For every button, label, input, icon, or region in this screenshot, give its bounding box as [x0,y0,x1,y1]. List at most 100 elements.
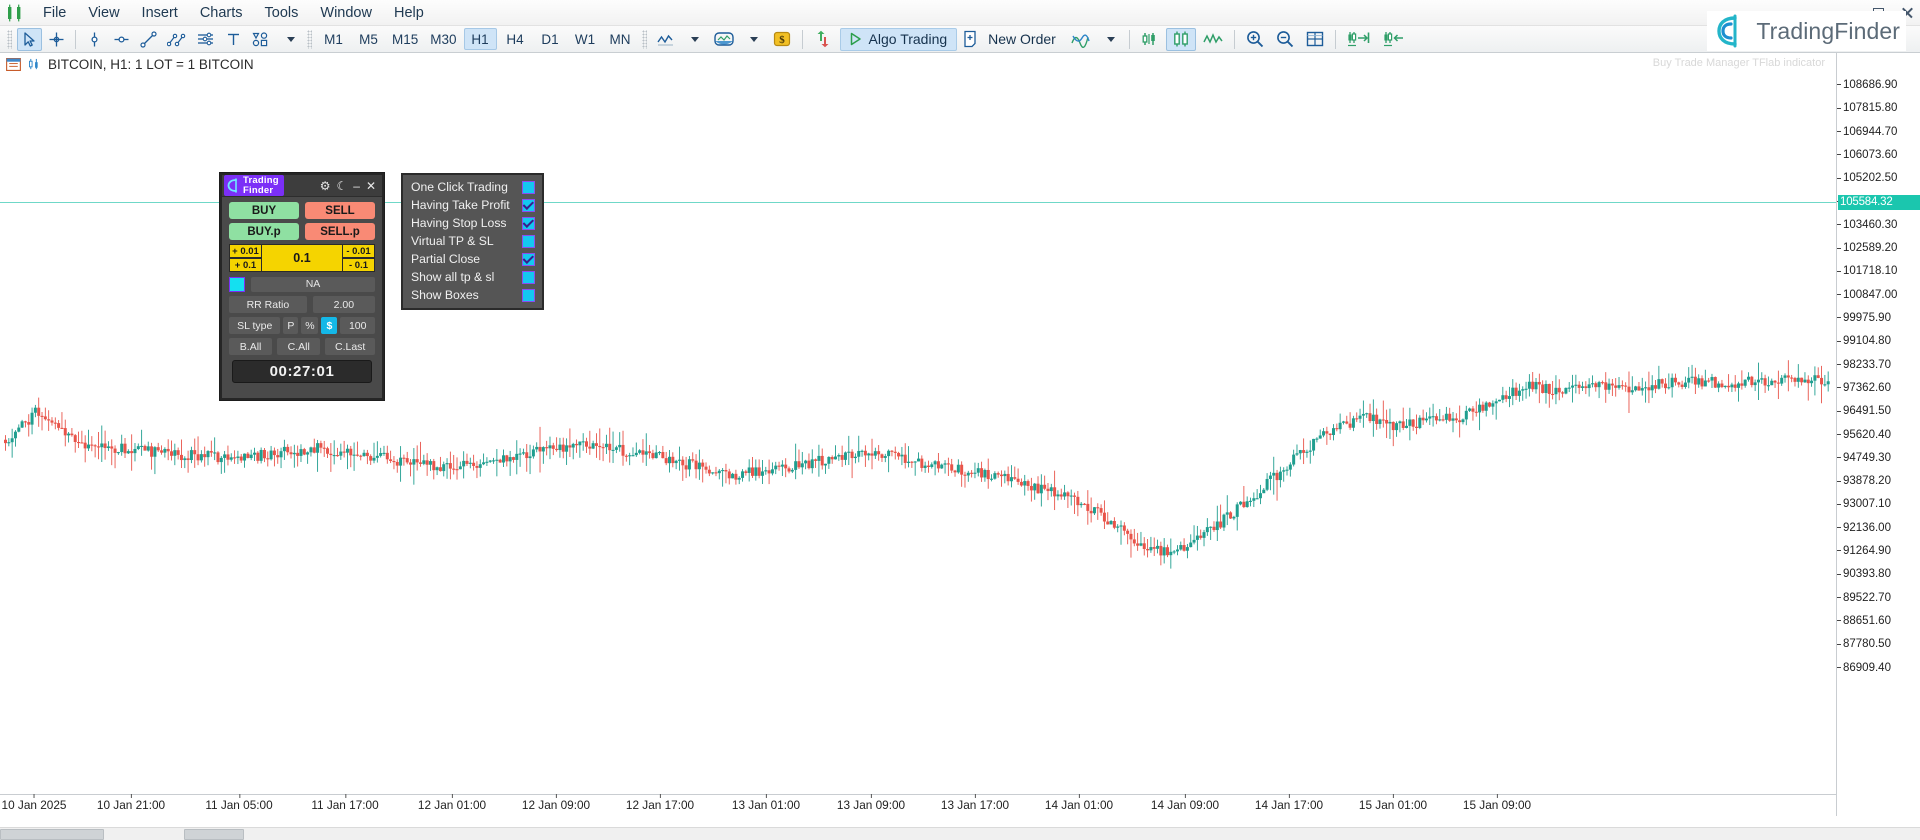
minimize-icon[interactable]: – [353,180,360,192]
indicator-icon[interactable] [1066,28,1096,51]
rr-ratio-value[interactable]: 2.00 [312,296,375,313]
gear-icon[interactable]: ⚙ [320,180,331,192]
menu-option-checkbox[interactable] [522,234,535,248]
menu-option-label: Having Stop Loss [411,216,507,230]
menu-option-row[interactable]: One Click Trading [403,178,542,196]
candles-icon[interactable] [1165,27,1196,51]
color-swatch[interactable] [229,276,245,292]
close-icon[interactable]: ✕ [366,180,376,192]
lot-increase-large-button[interactable]: + 0.1 [229,258,262,272]
menu-option-checkbox[interactable] [522,198,535,212]
timeframe-mn[interactable]: MN [604,28,637,50]
shapes-dropdown-icon[interactable] [277,28,302,51]
lot-size-value[interactable]: 0.1 [262,244,342,272]
timeframe-m5[interactable]: M5 [352,28,385,50]
scrollbar-thumb-secondary[interactable] [184,829,244,840]
sl-value[interactable]: 100 [340,317,375,334]
algo-trading-button[interactable]: Algo Trading [839,27,958,51]
line-chart-icon[interactable] [652,28,680,51]
close-all-buy-button[interactable]: B.All [229,338,273,355]
menu-charts[interactable]: Charts [189,2,254,24]
timeframe-h1[interactable]: H1 [463,28,497,50]
close-all-button[interactable]: C.All [277,338,321,355]
buy-pending-button[interactable]: BUY.p [229,223,299,240]
timeframe-m1[interactable]: M1 [317,28,350,50]
panel-titlebar[interactable]: Trading Finder ⚙ ☾ – ✕ [222,175,382,197]
menu-window[interactable]: Window [309,2,383,24]
lot-decrease-large-button[interactable]: - 0.1 [342,258,375,272]
price-axis[interactable]: 108686.90 107815.80 106944.70 106073.60 1052… [1836,53,1920,816]
menu-option-row[interactable]: Having Take Profit [403,196,542,214]
horizontal-line-tool[interactable] [109,28,134,51]
price-plot[interactable] [0,53,1836,816]
menu-help[interactable]: Help [383,2,435,24]
lot-increase-small-button[interactable]: + 0.01 [229,244,262,258]
polyline-tool[interactable] [163,28,190,51]
menu-option-checkbox[interactable] [522,180,535,194]
zoom-in-icon[interactable] [1241,28,1269,51]
sell-pending-button[interactable]: SELL.p [305,223,375,240]
menu-option-row[interactable]: Virtual TP & SL [403,232,542,250]
zoom-out-icon[interactable] [1271,28,1299,51]
horizontal-scrollbar[interactable] [0,827,1920,840]
toolbar-grip-2[interactable] [307,29,312,49]
vertical-line-tool[interactable] [82,28,107,51]
sl-unit-points-button[interactable]: P [283,317,299,334]
na-field[interactable]: NA [251,276,375,292]
toolbar-grip-3[interactable] [641,29,647,49]
zigzag-icon[interactable] [1198,28,1228,51]
text-tool[interactable] [221,28,246,51]
cursor-tool[interactable] [17,27,42,51]
menu-option-row[interactable]: Partial Close [403,250,542,268]
shapes-tool[interactable] [248,28,275,51]
menu-option-checkbox[interactable] [522,270,535,284]
grid-icon[interactable] [1301,28,1329,51]
menu-file[interactable]: File [32,2,77,24]
moon-icon[interactable]: ☾ [336,180,347,192]
timeframe-d1[interactable]: D1 [534,28,567,50]
shift-right-icon[interactable] [1342,28,1376,51]
timeframe-w1[interactable]: W1 [569,28,602,50]
menu-view[interactable]: View [77,2,130,24]
bar-chart-icon[interactable] [709,28,739,51]
menu-option-checkbox[interactable] [522,252,535,266]
menu-option-row[interactable]: Having Stop Loss [403,214,542,232]
timeframe-m30[interactable]: M30 [425,28,461,50]
menu-option-checkbox[interactable] [522,288,535,302]
bar-chart-dropdown-icon[interactable] [741,28,766,51]
scrollbar-thumb[interactable] [0,829,104,840]
chart-area[interactable]: BITCOIN, H1: 1 LOT = 1 BITCOIN Buy Trade… [0,53,1920,840]
channel-tool[interactable] [192,28,219,51]
close-last-button[interactable]: C.Last [325,338,375,355]
timeframe-h4[interactable]: H4 [499,28,532,50]
panel-settings-menu[interactable]: One Click Trading Having Take Profit Havin… [401,173,544,310]
trading-panel[interactable]: Trading Finder ⚙ ☾ – ✕ BUY SELL BUY.p SE… [220,173,384,400]
tradingfinder-logo-icon-small [227,178,237,193]
timeframe-m15[interactable]: M15 [387,28,423,50]
crosshair-tool[interactable] [44,28,69,51]
trade-arrows-icon[interactable] [809,28,839,51]
menu-tools[interactable]: Tools [254,2,310,24]
autoscroll-icon[interactable] [1136,28,1164,51]
price-tick: 98233.70 [1837,359,1920,371]
menu-option-row[interactable]: Show all tp & sl [403,268,542,286]
menu-bar: File View Insert Charts Tools Window Hel… [0,0,1920,26]
app-logo-icon [4,3,26,23]
menu-option-checkbox[interactable] [522,216,535,230]
sl-unit-percent-button[interactable]: % [301,317,319,334]
dollar-icon[interactable]: $ [768,28,796,51]
new-order-button[interactable]: New Order [957,28,1065,51]
shift-left-icon[interactable] [1378,28,1412,51]
sl-unit-dollar-button[interactable]: $ [321,317,338,334]
sell-button[interactable]: SELL [305,202,375,219]
time-axis[interactable]: 10 Jan 2025 10 Jan 21:00 11 Jan 05:00 11 Ja… [0,794,1836,816]
mt5-window: File View Insert Charts Tools Window Hel… [0,0,1920,840]
lot-decrease-small-button[interactable]: - 0.01 [342,244,375,258]
menu-option-row[interactable]: Show Boxes [403,286,542,304]
toolbar-grip[interactable] [7,29,12,49]
menu-insert[interactable]: Insert [131,2,189,24]
buy-button[interactable]: BUY [229,202,299,219]
line-chart-dropdown-icon[interactable] [682,28,707,51]
trendline-tool[interactable] [136,28,161,51]
indicator-dropdown-icon[interactable] [1098,28,1123,51]
